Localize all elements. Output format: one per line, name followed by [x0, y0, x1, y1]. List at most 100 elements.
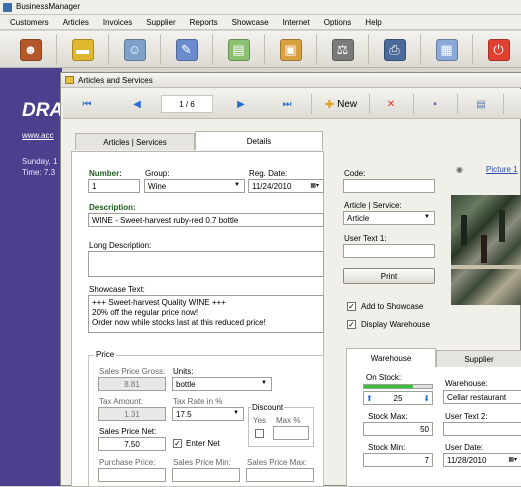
- long-description-label: Long Description:: [89, 241, 152, 250]
- article-service-select[interactable]: Article ▼: [343, 211, 435, 225]
- desktop-background: DRA www.acc Sunday, 1 Time: 7.3: [0, 68, 63, 486]
- website-link[interactable]: www.acc: [22, 131, 54, 140]
- net-field[interactable]: 7.50: [98, 437, 166, 451]
- tab-articles-services[interactable]: Articles | Services: [75, 133, 195, 150]
- delete-icon[interactable]: ✕: [381, 95, 401, 113]
- user-text2-field[interactable]: [443, 422, 521, 436]
- tab-warehouse[interactable]: Warehouse: [346, 348, 436, 367]
- min-price-field[interactable]: [172, 468, 240, 482]
- chevron-down-icon: ▼: [234, 182, 240, 188]
- calculator-icon: ▦: [435, 38, 458, 61]
- chevron-down-icon: ▼: [233, 410, 239, 416]
- number-label: Number:: [89, 169, 122, 178]
- showcase-text-field[interactable]: +++ Sweet-harvest Quality WINE +++ 20% o…: [88, 295, 324, 333]
- power-toolbar-button[interactable]: ⏻: [473, 34, 521, 65]
- description-label: Description:: [89, 203, 136, 212]
- main-toolbar: ☻ ▬ ☺ ✎ ▤ ▣ ⚖ ⎙ ▦ ⏻: [0, 31, 521, 68]
- app-icon: [3, 3, 12, 12]
- reg-date-picker[interactable]: 11/24/2010 ▦▾: [248, 179, 324, 193]
- folder-toolbar-button[interactable]: ▬: [57, 34, 109, 65]
- list-icon[interactable]: ▤: [471, 95, 491, 113]
- stock-max-field[interactable]: 50: [363, 422, 433, 436]
- users-toolbar-button[interactable]: ☻: [5, 34, 57, 65]
- gross-label: Sales Price Gross:: [99, 367, 166, 376]
- menu-help[interactable]: Help: [358, 15, 388, 30]
- scales-toolbar-button[interactable]: ⚖: [317, 34, 369, 65]
- new-icon: ✚: [324, 98, 335, 111]
- printer-toolbar-button[interactable]: ⎙: [369, 34, 421, 65]
- menu-reports[interactable]: Reports: [183, 15, 225, 30]
- menu-supplier[interactable]: Supplier: [139, 15, 182, 30]
- pen-icon: ✎: [175, 38, 198, 61]
- gross-field: 8.81: [98, 377, 166, 391]
- print-button[interactable]: Print: [343, 268, 435, 284]
- scales-icon: ⚖: [331, 38, 354, 61]
- chevron-down-icon: ▼: [424, 214, 430, 220]
- code-field[interactable]: [343, 179, 435, 193]
- user-text1-field[interactable]: [343, 244, 435, 258]
- menu-showcase[interactable]: Showcase: [225, 15, 276, 30]
- stock-level-bar: [363, 384, 433, 389]
- group-toolbar-button[interactable]: ☺: [109, 34, 161, 65]
- tab-supplier[interactable]: Supplier: [436, 350, 521, 367]
- stock-up-icon[interactable]: ⬆: [366, 394, 373, 403]
- stock-min-field[interactable]: 7: [363, 453, 433, 467]
- stock-min-label: Stock Min:: [368, 443, 406, 452]
- menu-invoices[interactable]: Invoices: [96, 15, 139, 30]
- power-icon: ⏻: [487, 38, 510, 61]
- window-title-bar: Articles and Services: [61, 73, 521, 88]
- first-record-icon[interactable]: ⏮: [77, 95, 97, 113]
- user-date-picker[interactable]: 11/28/2010 ▦▾: [443, 453, 521, 467]
- on-stock-field[interactable]: ⬆ 25 ⬇: [363, 391, 433, 405]
- chart-icon: ▤: [227, 38, 250, 61]
- prev-record-icon[interactable]: ◀: [127, 95, 147, 113]
- menu-customers[interactable]: Customers: [3, 15, 56, 30]
- record-navigator: ⏮ ◀ 1 / 6 ▶ ⏭ ✚ New ✕ ▪ ▤: [63, 89, 521, 119]
- new-button[interactable]: ✚ New: [321, 95, 361, 113]
- units-select[interactable]: bottle ▼: [172, 377, 272, 391]
- min-price-label: Sales Price Min:: [173, 458, 231, 467]
- group-select[interactable]: Wine ▼: [144, 179, 245, 193]
- reg-date-label: Reg. Date:: [249, 169, 288, 178]
- stock-down-icon[interactable]: ⬇: [423, 394, 430, 403]
- showcase-text-label: Showcase Text:: [89, 285, 145, 294]
- discount-yes-checkbox[interactable]: [255, 429, 264, 438]
- picture-icon: ▣: [279, 38, 302, 61]
- display-warehouse-checkbox[interactable]: ✓: [347, 320, 356, 329]
- tab-details[interactable]: Details: [195, 131, 323, 150]
- user-text2-label: User Text 2:: [445, 412, 488, 421]
- users-icon: ☻: [19, 38, 42, 61]
- folder-icon: ▬: [71, 38, 94, 61]
- long-description-field[interactable]: [88, 251, 324, 277]
- discount-max-field[interactable]: [273, 426, 309, 440]
- folder-icon: [65, 76, 74, 84]
- save-icon[interactable]: ▪: [425, 95, 445, 113]
- tax-rate-select[interactable]: 17.5 ▼: [172, 407, 244, 421]
- group-label: Group:: [145, 169, 170, 178]
- calculator-toolbar-button[interactable]: ▦: [421, 34, 473, 65]
- picture-link[interactable]: Picture 1: [486, 165, 518, 174]
- add-showcase-checkbox[interactable]: ✓: [347, 302, 356, 311]
- description-field[interactable]: WINE - Sweet-harvest ruby-red 0.7 bottle: [88, 213, 324, 227]
- max-price-field[interactable]: [246, 468, 314, 482]
- discount-max-label: Max %: [276, 416, 301, 425]
- warehouse-select[interactable]: Cellar restaurant: [443, 390, 521, 404]
- next-record-icon[interactable]: ▶: [231, 95, 251, 113]
- menu-options[interactable]: Options: [317, 15, 359, 30]
- menu-articles[interactable]: Articles: [56, 15, 96, 30]
- time-text: Time: 7.3: [22, 168, 56, 177]
- chart-toolbar-button[interactable]: ▤: [213, 34, 265, 65]
- pen-toolbar-button[interactable]: ✎: [161, 34, 213, 65]
- product-photo: [451, 195, 521, 305]
- title-bar: BusinessManager: [0, 0, 521, 15]
- number-field[interactable]: 1: [88, 179, 140, 193]
- last-record-icon[interactable]: ⏭: [277, 95, 297, 113]
- menu-internet[interactable]: Internet: [276, 15, 317, 30]
- app-title: BusinessManager: [16, 2, 81, 11]
- picture-toolbar-button[interactable]: ▣: [265, 34, 317, 65]
- date-text: Sunday, 1: [22, 157, 58, 166]
- enter-net-label: Enter Net: [186, 439, 220, 448]
- enter-net-checkbox[interactable]: ✓: [173, 439, 182, 448]
- code-label: Code:: [344, 169, 366, 178]
- purchase-price-field[interactable]: [98, 468, 166, 482]
